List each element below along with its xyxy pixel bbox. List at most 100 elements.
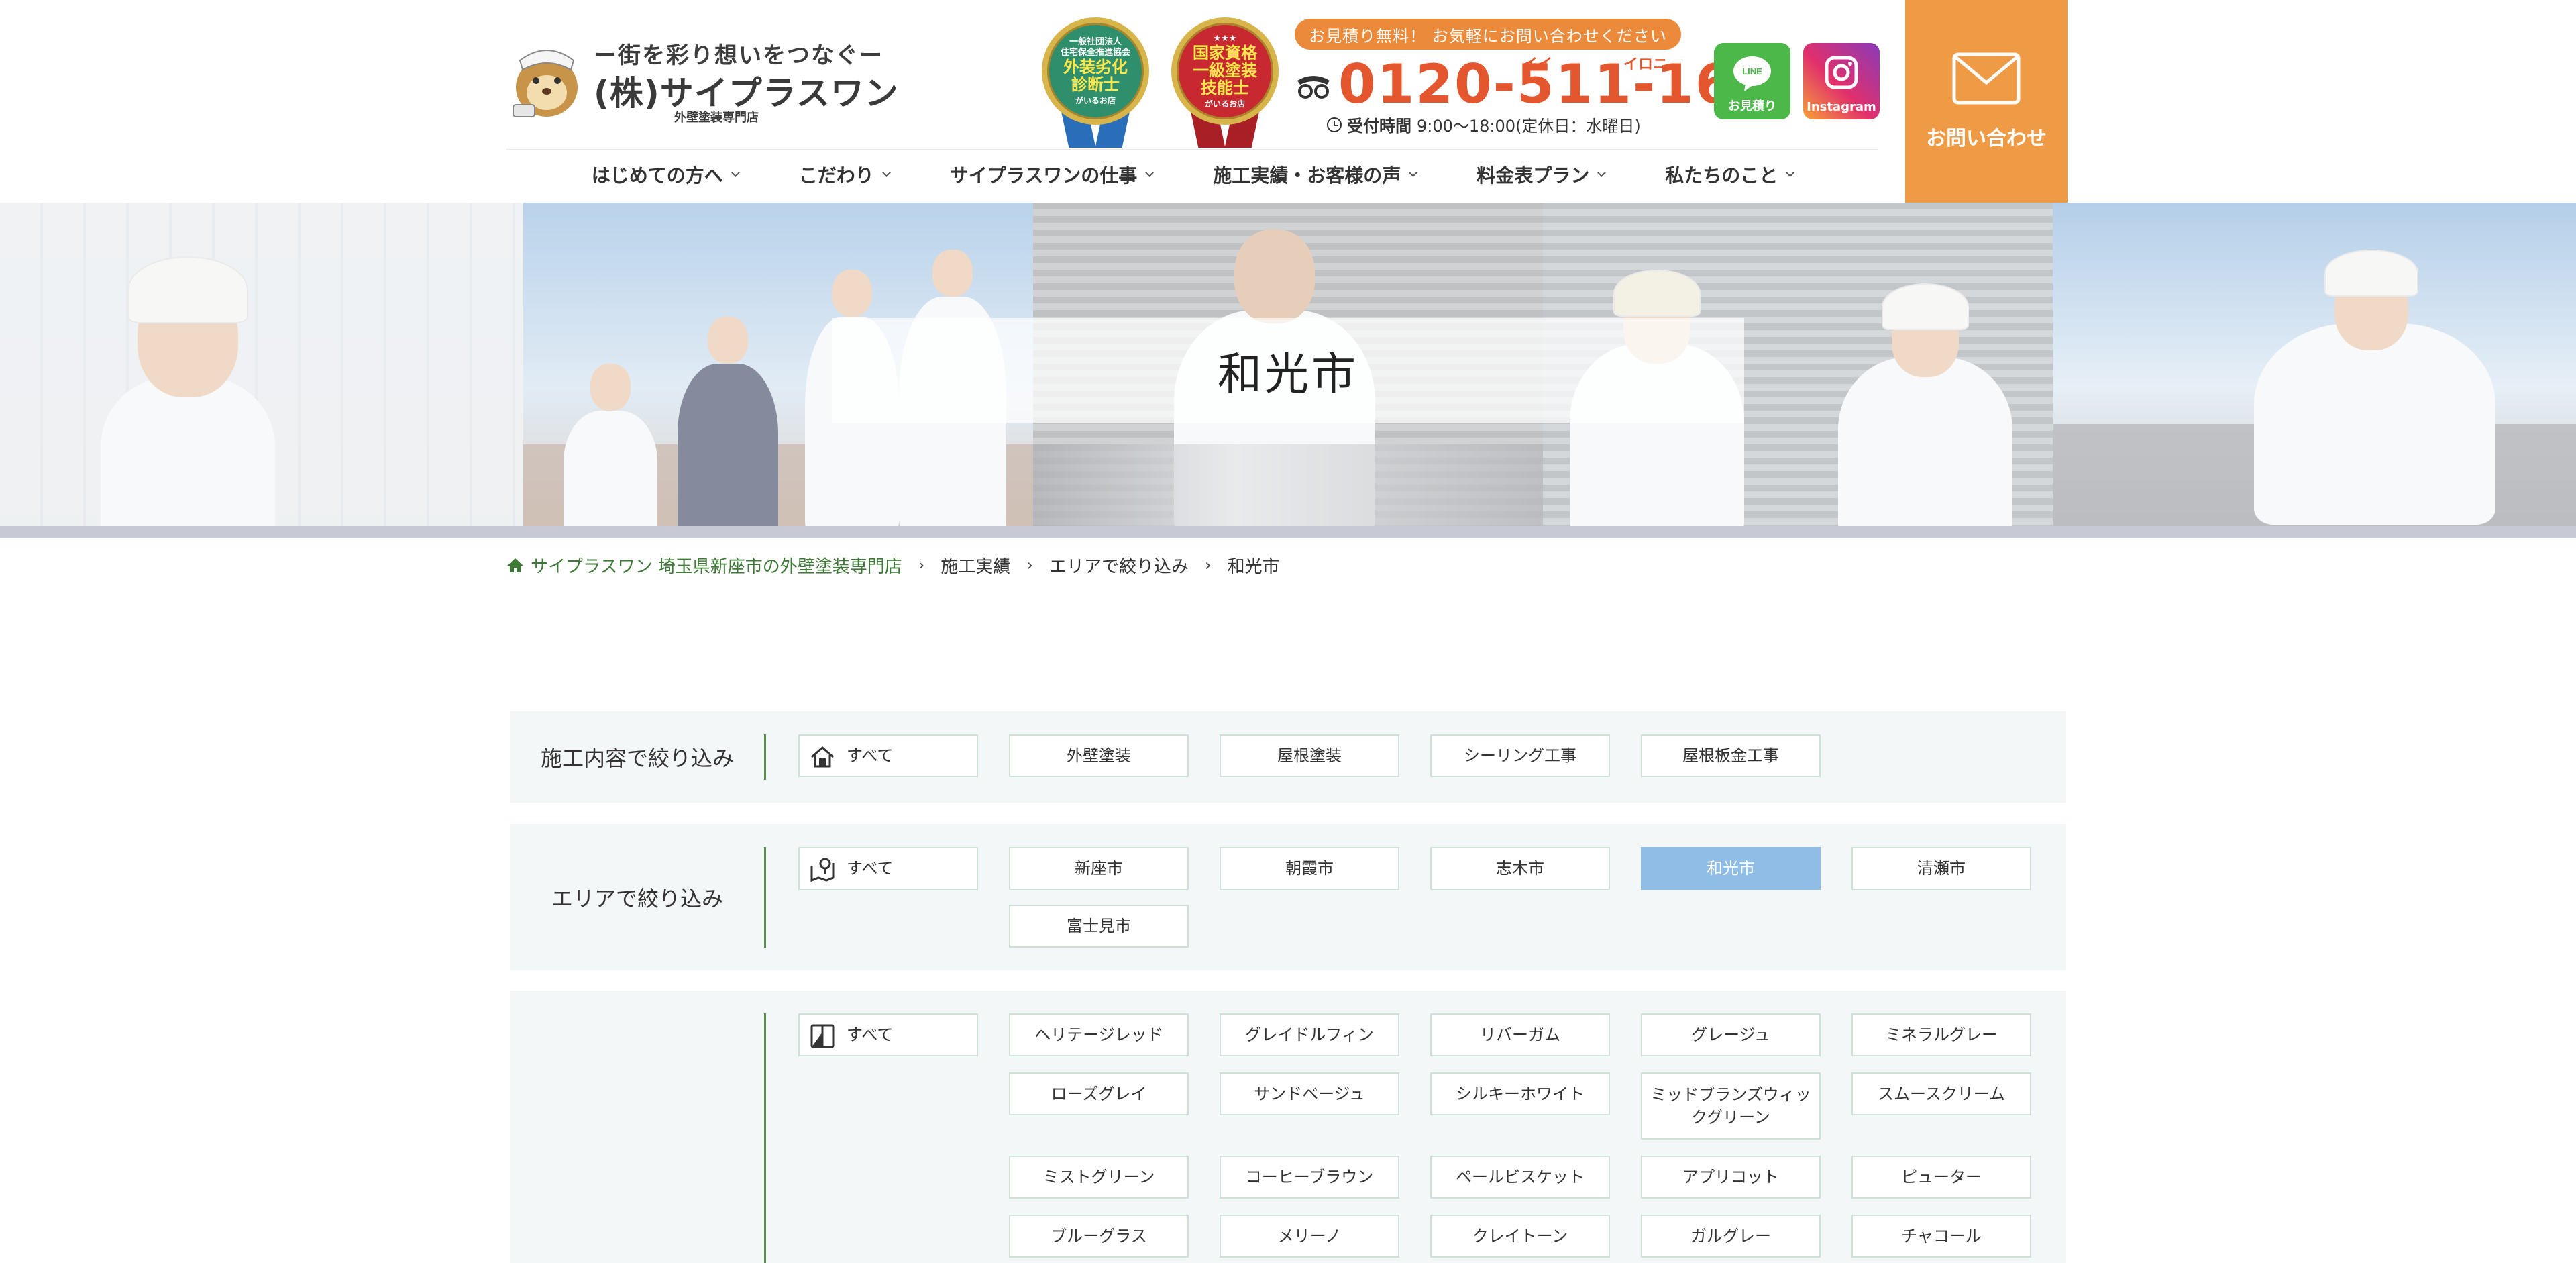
site-logo[interactable]: ー街を彩り想いをつなぐー (株)サイプラスワン 外壁塗装専門店 — [506, 37, 898, 125]
work-filter-option[interactable]: 屋根板金工事 — [1641, 734, 1821, 777]
painter-badge: ★★★ 国家資格 一級塗装 技能士 がいるお店 — [1166, 13, 1284, 148]
work-filter-option[interactable]: シーリング工事 — [1430, 734, 1610, 777]
color-filter-option[interactable]: ミストグリーン — [1009, 1156, 1189, 1199]
area-filter-option[interactable]: 朝霞市 — [1220, 847, 1399, 890]
breadcrumb-separator: › — [1205, 556, 1212, 574]
hero-banner: 和光市 — [0, 203, 2576, 538]
phone-number[interactable]: 0120-511-162 — [1338, 58, 1772, 111]
mail-icon — [1952, 52, 2021, 105]
area-filter-option[interactable]: 清瀬市 — [1851, 847, 2031, 890]
badge-big-text: 技能士 — [1201, 78, 1249, 97]
breadcrumb-item[interactable]: エリアで絞り込み — [1049, 553, 1189, 578]
area-filter-option-selected[interactable]: 和光市 — [1641, 847, 1821, 890]
color-filter-option[interactable]: スムースクリーム — [1851, 1072, 2031, 1115]
color-filter-option[interactable]: ペールビスケット — [1430, 1156, 1610, 1199]
nav-item-commitment[interactable]: こだわり — [769, 156, 920, 193]
chevron-down-icon — [1786, 168, 1795, 177]
color-filter-option[interactable]: ピューター — [1851, 1156, 2031, 1199]
area-filter-all[interactable]: すべて — [798, 847, 978, 890]
breadcrumb-home[interactable]: サイプラスワン 埼玉県新座市の外壁塗装専門店 — [506, 553, 902, 578]
work-filter: 施工内容で絞り込み すべて 外壁塗装 屋根塗装 シーリング工事 屋根板金工事 — [510, 711, 2066, 803]
badge-mid-text: 住宅保全推進協会 — [1060, 47, 1130, 58]
main-nav: はじめての方へ こだわり サイプラスワンの仕事 施工実績・お客様の声 料金表プラ… — [506, 156, 1878, 193]
line-icon: LINE — [1733, 56, 1771, 91]
work-filter-all[interactable]: すべて — [798, 734, 978, 777]
area-filter-option[interactable]: 富士見市 — [1009, 905, 1189, 948]
color-filter-option[interactable]: クレイトーン — [1430, 1215, 1610, 1258]
breadcrumb: サイプラスワン 埼玉県新座市の外壁塗装専門店 › 施工実績 › エリアで絞り込み… — [506, 552, 1280, 578]
nav-item-beginners[interactable]: はじめての方へ — [561, 156, 769, 193]
nav-divider — [506, 149, 1878, 150]
hero-title-box: 和光市 — [832, 318, 1744, 423]
breadcrumb-separator: › — [1026, 556, 1033, 574]
work-filter-label: 施工内容で絞り込み — [540, 746, 734, 771]
nav-item-results[interactable]: 施工実績・お客様の声 — [1183, 156, 1446, 193]
chevron-down-icon — [1145, 168, 1155, 177]
nav-item-label: サイプラスワンの仕事 — [949, 164, 1138, 187]
color-filter-option[interactable]: シルキーホワイト — [1430, 1072, 1610, 1115]
badge-disc: ★★★ 国家資格 一級塗装 技能士 がいるお店 — [1171, 17, 1279, 125]
freedial-icon — [1297, 76, 1330, 99]
color-filter-option[interactable]: グレージュ — [1641, 1013, 1821, 1056]
area-filter-option[interactable]: 志木市 — [1430, 847, 1610, 890]
hours-label: 受付時間 — [1347, 117, 1411, 136]
nav-item-work[interactable]: サイプラスワンの仕事 — [920, 156, 1183, 193]
home-icon — [507, 558, 523, 572]
color-filter-option[interactable]: リバーガム — [1430, 1013, 1610, 1056]
contact-button[interactable]: お問い合わせ — [1905, 0, 2068, 203]
color-filter-option[interactable]: ブルーグラス — [1009, 1215, 1189, 1258]
work-filter-option[interactable]: 屋根塗装 — [1220, 734, 1399, 777]
area-filter-option[interactable]: 新座市 — [1009, 847, 1189, 890]
badge-big-text: 国家資格 — [1193, 43, 1257, 62]
line-button-label: お見積り — [1728, 99, 1776, 113]
badge-bottom-text: がいるお店 — [1075, 95, 1116, 105]
color-filter-option[interactable]: ミネラルグレー — [1851, 1013, 2031, 1056]
site-header: ー街を彩り想いをつなぐー (株)サイプラスワン 外壁塗装専門店 一般社団法人 住… — [0, 0, 2576, 203]
area-filter: エリアで絞り込み すべて 新座市 朝霞市 志木市 和光市 清瀬市 富士見市 — [510, 824, 2066, 970]
color-filter-option[interactable]: グレイドルフィン — [1220, 1013, 1399, 1056]
instagram-button[interactable]: Instagram — [1803, 43, 1880, 119]
badge-big-text: 外装劣化 — [1063, 57, 1128, 77]
color-filter-option[interactable]: チャコール — [1851, 1215, 2031, 1258]
logo-subtitle: 外壁塗装専門店 — [674, 111, 759, 125]
color-filter-option[interactable]: ヘリテージレッド — [1009, 1013, 1189, 1056]
chevron-down-icon — [731, 168, 740, 177]
color-filter-option[interactable]: メリーノ — [1220, 1215, 1399, 1258]
filter-divider — [764, 1013, 766, 1263]
color-filter-option[interactable]: アプリコット — [1641, 1156, 1821, 1199]
color-filter-option[interactable]: ミッドブランズウィックグリーン — [1641, 1072, 1821, 1140]
chip-label: すべて — [847, 746, 894, 765]
breadcrumb-current: 和光市 — [1227, 556, 1280, 577]
nav-item-label: 施工実績・お客様の声 — [1213, 164, 1401, 187]
nav-item-pricing[interactable]: 料金表プラン — [1446, 156, 1635, 193]
line-button[interactable]: LINE お見積り — [1714, 43, 1790, 119]
filter-divider — [764, 847, 766, 948]
badge-bottom-text: がいるお店 — [1204, 99, 1245, 109]
business-hours: 受付時間 9:00〜18:00(定休日：水曜日) — [1327, 113, 1641, 136]
filter-divider — [764, 734, 766, 780]
color-swatch-icon — [810, 1024, 835, 1048]
color-filter-option[interactable]: ガルグレー — [1641, 1215, 1821, 1258]
color-filter-option[interactable]: サンドベージュ — [1220, 1072, 1399, 1115]
breadcrumb-item[interactable]: 施工実績 — [941, 553, 1010, 578]
badge-big-text: 一級塗装 — [1193, 60, 1257, 80]
work-filter-option[interactable]: 外壁塗装 — [1009, 734, 1189, 777]
contact-button-label: お問い合わせ — [1926, 127, 2047, 150]
area-filter-label: エリアで絞り込み — [551, 886, 723, 911]
nav-item-about[interactable]: 私たちのこと — [1635, 156, 1823, 193]
badge-top-text: 一般社団法人 — [1069, 36, 1122, 47]
nav-item-label: 私たちのこと — [1665, 164, 1778, 187]
logo-tagline: ー街を彩り想いをつなぐー — [594, 42, 883, 69]
hero-bottom-strip — [0, 526, 2576, 538]
color-filter-all[interactable]: すべて — [798, 1013, 978, 1056]
nav-item-label: 料金表プラン — [1477, 164, 1590, 187]
badge-big-text: 診断士 — [1071, 74, 1120, 94]
inspector-badge: 一般社団法人 住宅保全推進協会 外装劣化 診断士 がいるお店 — [1036, 13, 1155, 148]
chevron-down-icon — [1597, 168, 1607, 177]
color-filter: すべて ヘリテージレッド グレイドルフィン リバーガム グレージュ ミネラルグレ… — [510, 991, 2066, 1263]
color-filter-option[interactable]: コーヒーブラウン — [1220, 1156, 1399, 1199]
map-pin-icon — [810, 858, 835, 882]
color-filter-option[interactable]: ローズグレイ — [1009, 1072, 1189, 1115]
chip-label: すべて — [847, 1025, 894, 1044]
house-icon — [811, 746, 834, 768]
